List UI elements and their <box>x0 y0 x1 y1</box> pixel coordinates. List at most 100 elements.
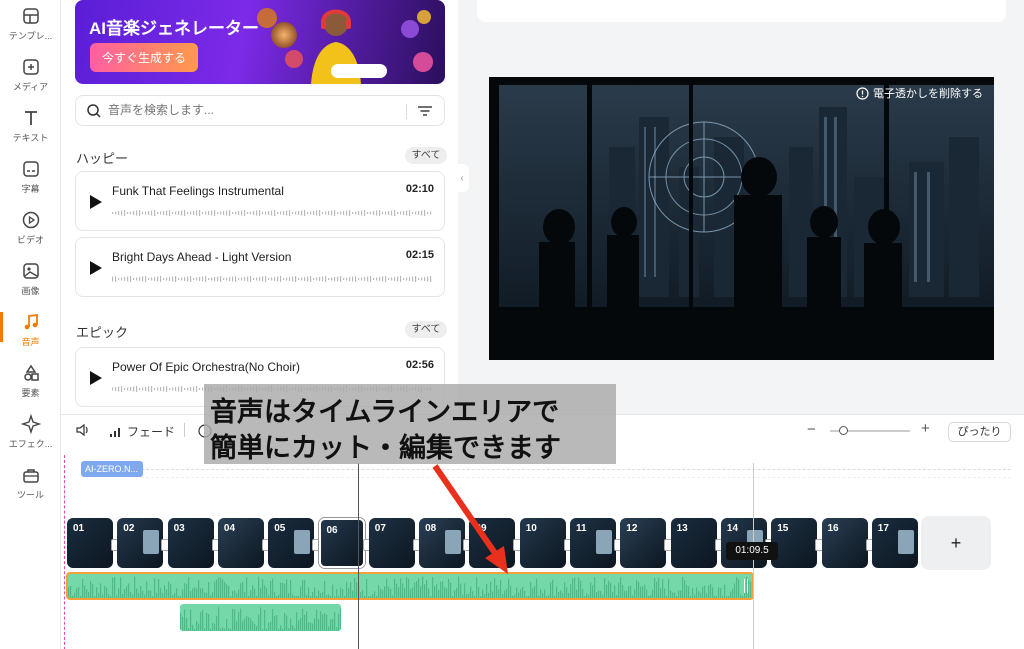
sidebar-item-label: ツール <box>16 490 44 500</box>
sidebar-item-video[interactable]: ビデオ <box>0 210 61 260</box>
clip-number: 09 <box>475 523 487 534</box>
watermark-label: 電子透かしを削除する <box>873 88 983 100</box>
sidebar-item-label: 字幕 <box>21 184 40 194</box>
video-clip[interactable]: 02 <box>117 518 164 568</box>
remove-watermark-button[interactable]: 電子透かしを削除する <box>856 85 983 101</box>
sidebar-item-tools[interactable]: ツール <box>0 465 61 515</box>
sidebar-item-captions[interactable]: 字幕 <box>0 159 61 209</box>
sidebar-item-audio[interactable]: 音声 <box>0 312 61 362</box>
video-clip[interactable]: 08 <box>419 518 466 568</box>
play-icon[interactable] <box>90 371 102 385</box>
track-guide <box>141 469 1011 470</box>
video-clip[interactable]: 17 <box>871 518 918 568</box>
track-title: Power Of Epic Orchestra(No Choir) <box>112 360 301 374</box>
video-clip[interactable]: 12 <box>620 518 667 568</box>
clip-thumbnail <box>596 530 612 554</box>
callout-line-1: 音声はタイムラインエリアで <box>210 397 560 427</box>
sidebar-item-text[interactable]: テキスト <box>0 108 61 158</box>
section-title-happy: ハッピー <box>76 151 129 166</box>
zoom-out-button[interactable]: − <box>807 421 816 438</box>
see-all-button[interactable]: すべて <box>405 321 447 338</box>
clip-number: 04 <box>223 523 236 534</box>
fade-label: フェード <box>127 425 176 439</box>
ai-music-banner[interactable]: AI音楽ジェネレーター 今すぐ生成する <box>75 0 445 84</box>
video-clip[interactable]: 07 <box>368 518 415 568</box>
audio-panel: AI音楽ジェネレーター 今すぐ生成する ハッピー すべて Funk That F… <box>61 0 458 414</box>
search-icon <box>87 104 101 118</box>
banner-orb <box>271 22 297 48</box>
track-item[interactable]: Bright Days Ahead - Light Version 02:15 <box>75 237 445 297</box>
sidebar-item-elements[interactable]: 要素 <box>0 363 61 413</box>
text-icon <box>24 111 37 125</box>
sidebar-item-effects[interactable]: エフェク... <box>0 414 61 464</box>
effects-icon <box>20 414 41 434</box>
clip-number: 12 <box>626 523 638 534</box>
preview-scene <box>489 77 994 360</box>
audio-track-main[interactable] <box>66 572 754 600</box>
media-add-icon <box>22 59 39 75</box>
audio-waveform <box>68 576 752 598</box>
video-clip[interactable]: 01 <box>67 518 113 568</box>
search-input[interactable] <box>108 103 398 117</box>
see-all-button[interactable]: すべて <box>405 147 447 164</box>
divider <box>406 104 407 119</box>
sidebar-item-image[interactable]: 画像 <box>0 261 61 311</box>
music-icon <box>24 313 38 330</box>
clip-number: 06 <box>326 525 338 536</box>
clip-number: 05 <box>274 523 286 534</box>
fade-icon <box>110 427 120 437</box>
chevron-left-icon: ‹ <box>460 172 464 184</box>
sidebar-item-label: メディア <box>12 82 49 92</box>
audio-search-bar <box>75 95 445 126</box>
video-clip[interactable]: 11 <box>570 518 616 568</box>
clip-number: 13 <box>676 523 688 534</box>
sidebar-item-media[interactable]: メディア <box>0 57 61 107</box>
zoom-in-button[interactable]: + <box>921 420 930 437</box>
video-clip[interactable]: 03 <box>167 518 214 568</box>
track-item[interactable]: Funk That Feelings Instrumental 02:10 <box>75 171 445 231</box>
sidebar-item-template[interactable]: テンプレ... <box>0 6 61 56</box>
trim-handle[interactable] <box>744 579 748 593</box>
video-icon <box>22 211 39 229</box>
volume-icon <box>76 423 88 437</box>
filter-icon[interactable] <box>417 103 433 119</box>
callout-line-2: 簡単にカット・編集できます <box>210 433 561 463</box>
sidebar-item-label: エフェク... <box>8 439 53 449</box>
video-clip[interactable]: 16 <box>821 518 868 568</box>
clip-number: 02 <box>123 523 135 534</box>
audio-track-secondary[interactable] <box>180 604 341 631</box>
playhead[interactable] <box>358 463 359 649</box>
track-waveform <box>112 276 432 282</box>
volume-button[interactable] <box>75 423 91 437</box>
add-clip-button[interactable]: + <box>921 516 991 570</box>
generate-now-button[interactable]: 今すぐ生成する <box>90 43 199 72</box>
clip-thumbnail <box>294 530 311 554</box>
clip-thumbnail <box>143 530 160 554</box>
waveform-pill <box>331 64 387 78</box>
video-clip[interactable]: 04 <box>217 518 264 568</box>
video-clip[interactable]: 10 <box>519 518 566 568</box>
track-title: Funk That Feelings Instrumental <box>112 184 284 198</box>
fit-button[interactable]: ぴったり <box>948 422 1011 442</box>
image-icon <box>22 263 39 279</box>
clip-number: 07 <box>374 523 386 534</box>
video-clip[interactable]: 15 <box>771 518 818 568</box>
video-clip[interactable]: 05 <box>268 518 315 568</box>
clip-number: 11 <box>576 523 587 534</box>
video-clip[interactable]: 13 <box>670 518 717 568</box>
text-track-chip[interactable]: AI-ZERO.N... <box>81 461 143 477</box>
sidebar-item-label: テンプレ... <box>8 31 53 41</box>
banner-orb <box>413 52 433 72</box>
video-preview[interactable]: 電子透かしを削除する <box>489 77 994 360</box>
track-duration: 02:56 <box>405 359 434 371</box>
track-waveform <box>112 210 432 216</box>
play-icon[interactable] <box>90 195 102 209</box>
clip-number: 14 <box>726 523 739 534</box>
zoom-slider-thumb[interactable] <box>839 426 848 435</box>
fade-button[interactable]: フェード <box>109 423 175 440</box>
play-icon[interactable] <box>90 261 102 275</box>
toolbox-icon <box>22 469 39 483</box>
panel-collapse-handle[interactable]: ‹ <box>455 164 469 192</box>
time-tooltip: 01:09.5 <box>726 542 778 560</box>
video-clip[interactable]: 09 <box>469 518 516 568</box>
